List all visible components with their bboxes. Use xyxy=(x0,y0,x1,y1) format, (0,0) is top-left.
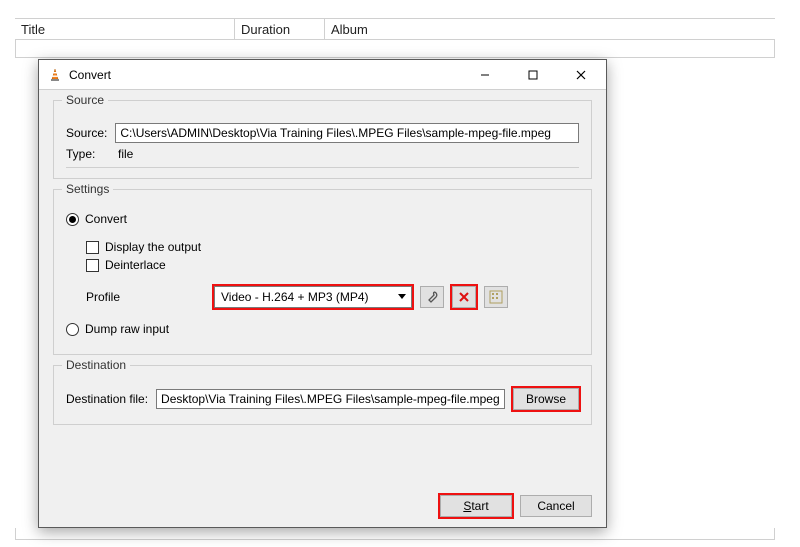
destination-group: Destination Destination file: Browse xyxy=(53,365,592,425)
column-album[interactable]: Album xyxy=(325,19,775,39)
profile-label: Profile xyxy=(86,290,206,304)
new-profile-button[interactable] xyxy=(484,286,508,308)
dialog-content: Source Source: Type: file Settings Conve… xyxy=(39,90,606,489)
destination-label: Destination file: xyxy=(66,392,148,406)
column-duration[interactable]: Duration xyxy=(235,19,325,39)
convert-radio-label: Convert xyxy=(85,212,127,226)
column-title[interactable]: Title xyxy=(15,19,235,39)
cancel-button-label: Cancel xyxy=(537,499,574,513)
profile-value: Video - H.264 + MP3 (MP4) xyxy=(215,290,393,304)
edit-profile-button[interactable] xyxy=(420,286,444,308)
close-button[interactable] xyxy=(560,61,602,89)
type-value: file xyxy=(114,147,133,161)
playlist-body xyxy=(15,40,775,58)
checkbox-icon xyxy=(86,259,99,272)
chevron-down-icon xyxy=(393,287,411,307)
divider xyxy=(66,167,579,168)
browse-button[interactable]: Browse xyxy=(513,388,579,410)
new-profile-icon xyxy=(489,290,503,304)
checkbox-icon xyxy=(86,241,99,254)
vlc-icon xyxy=(47,67,63,83)
destination-input[interactable] xyxy=(156,389,505,409)
convert-dialog: Convert Source Source: Type: file xyxy=(38,59,607,528)
deinterlace-label: Deinterlace xyxy=(105,258,166,272)
title-bar[interactable]: Convert xyxy=(39,60,606,90)
playlist-header: Title Duration Album xyxy=(15,18,775,40)
dialog-footer: Start Cancel xyxy=(39,489,606,527)
column-duration-label: Duration xyxy=(241,22,290,37)
minimize-button[interactable] xyxy=(464,61,506,89)
source-group: Source Source: Type: file xyxy=(53,100,592,179)
maximize-button[interactable] xyxy=(512,61,554,89)
display-output-checkbox[interactable]: Display the output xyxy=(86,240,579,254)
type-label: Type: xyxy=(66,147,106,161)
radio-icon xyxy=(66,213,79,226)
wrench-icon xyxy=(425,290,439,304)
settings-group: Settings Convert Display the output Dein… xyxy=(53,189,592,355)
delete-icon xyxy=(458,291,470,303)
source-label: Source: xyxy=(66,126,107,140)
dump-raw-radio[interactable]: Dump raw input xyxy=(66,322,579,336)
dialog-title: Convert xyxy=(69,68,458,82)
column-album-label: Album xyxy=(331,22,368,37)
settings-legend: Settings xyxy=(62,182,113,196)
browse-button-label: Browse xyxy=(526,392,566,406)
destination-legend: Destination xyxy=(62,358,130,372)
radio-icon xyxy=(66,323,79,336)
deinterlace-checkbox[interactable]: Deinterlace xyxy=(86,258,579,272)
column-title-label: Title xyxy=(21,22,45,37)
delete-profile-button[interactable] xyxy=(452,286,476,308)
source-legend: Source xyxy=(62,93,108,107)
profile-select[interactable]: Video - H.264 + MP3 (MP4) xyxy=(214,286,412,308)
display-output-label: Display the output xyxy=(105,240,201,254)
source-input[interactable] xyxy=(115,123,579,143)
cancel-button[interactable]: Cancel xyxy=(520,495,592,517)
start-button[interactable]: Start xyxy=(440,495,512,517)
playlist-body-bottom xyxy=(15,528,775,540)
start-button-label: Start xyxy=(463,499,488,513)
dump-raw-label: Dump raw input xyxy=(85,322,169,336)
convert-radio[interactable]: Convert xyxy=(66,212,579,226)
